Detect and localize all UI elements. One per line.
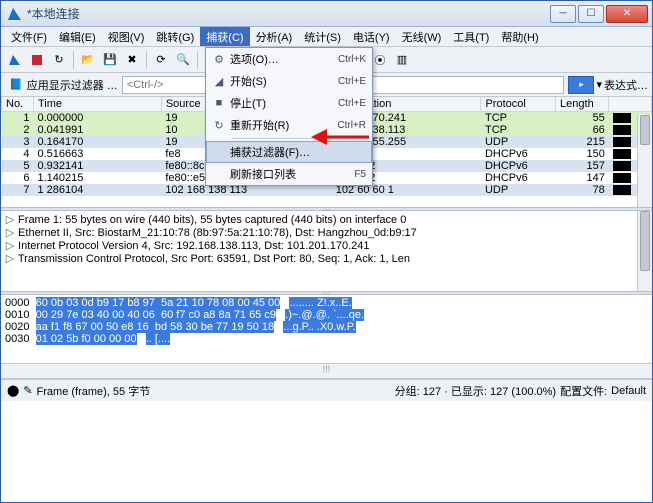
hex-tab-strip: !!! — [1, 363, 652, 379]
sharkfin-icon: ◢ — [208, 75, 230, 88]
menu-item[interactable]: ◢开始(S)Ctrl+E — [206, 70, 372, 92]
resize-columns-icon[interactable]: ▥ — [392, 50, 412, 70]
column-header[interactable]: Protocol — [481, 97, 556, 112]
close-file-icon[interactable]: ✖ — [122, 50, 142, 70]
find-icon[interactable]: 🔍 — [173, 50, 193, 70]
maximize-button[interactable]: ☐ — [578, 5, 604, 23]
menu-编辑[interactable]: 编辑(E) — [53, 27, 102, 46]
reload-icon[interactable]: ⟳ — [151, 50, 171, 70]
dropdown-icon[interactable]: ▾ — [596, 78, 602, 91]
detail-line[interactable]: ▷ Ethernet II, Src: BiostarM_21:10:78 (8… — [5, 226, 648, 239]
wireshark-icon — [7, 6, 23, 22]
expression-button[interactable]: 表达式… — [604, 77, 648, 93]
filter-label: 应用显示过滤器 … — [27, 77, 118, 93]
menu-视图[interactable]: 视图(V) — [102, 27, 151, 46]
expert-info-icon[interactable]: ⬤ — [7, 384, 19, 397]
close-button[interactable]: ✕ — [606, 5, 648, 23]
hex-row[interactable]: 0010 00 29 7e 03 40 00 40 06 60 f7 c0 a8… — [5, 309, 648, 321]
detail-line[interactable]: ▷ Internet Protocol Version 4, Src: 192.… — [5, 239, 648, 252]
hex-row[interactable]: 0030 01 02 5b f0 00 00 00 .. [.... — [5, 333, 648, 345]
hex-row[interactable]: 0000 60 0b 03 0d b9 17 b8 97 5a 21 10 78… — [5, 297, 648, 309]
packet-details-pane: ▷ Frame 1: 55 bytes on wire (440 bits), … — [1, 211, 652, 291]
capture-menu-dropdown: ⚙选项(O)…Ctrl+K◢开始(S)Ctrl+E■停止(T)Ctrl+E↻重新… — [205, 47, 373, 186]
menu-bar: 文件(F)编辑(E)视图(V)跳转(G)捕获(C)分析(A)统计(S)电话(Y)… — [1, 27, 652, 47]
menu-捕获[interactable]: 捕获(C) — [200, 27, 249, 46]
zoom-reset-icon[interactable]: ⦿ — [370, 50, 390, 70]
detail-line[interactable]: ▷ Frame 1: 55 bytes on wire (440 bits), … — [5, 213, 648, 226]
bookmark-icon[interactable]: 📘 — [9, 78, 23, 91]
menu-无线[interactable]: 无线(W) — [396, 27, 448, 46]
menu-item[interactable]: ■停止(T)Ctrl+E — [206, 92, 372, 114]
packet-count-text: 分组: 127 · 已显示: 127 (100.0%) — [395, 383, 556, 399]
column-header[interactable]: No. — [2, 97, 34, 112]
bookmark-status-icon[interactable]: ✎ — [23, 384, 32, 397]
hex-row[interactable]: 0020 aa f1 f8 67 00 50 e8 16 bd 58 30 be… — [5, 321, 648, 333]
menu-帮助[interactable]: 帮助(H) — [495, 27, 544, 46]
detail-line[interactable]: ▷ Transmission Control Protocol, Src Por… — [5, 252, 648, 265]
minimize-button[interactable]: ─ — [550, 5, 576, 23]
menu-工具[interactable]: 工具(T) — [447, 27, 495, 46]
stop-icon: ■ — [208, 97, 230, 109]
sharkfin-icon[interactable] — [5, 50, 25, 70]
details-scrollbar[interactable] — [637, 211, 652, 291]
apply-filter-button[interactable]: ▸ — [568, 76, 594, 94]
gear-icon: ⚙ — [208, 53, 230, 66]
menu-item[interactable]: 刷新接口列表F5 — [206, 163, 372, 185]
window-title: *本地连接 — [27, 5, 548, 22]
stop-icon[interactable] — [27, 50, 47, 70]
menu-电话[interactable]: 电话(Y) — [347, 27, 396, 46]
column-header[interactable]: Length — [556, 97, 609, 112]
annotation-arrow — [311, 124, 371, 150]
open-icon[interactable]: 📂 — [78, 50, 98, 70]
packet-list-scrollbar[interactable] — [637, 115, 652, 207]
menu-分析[interactable]: 分析(A) — [250, 27, 299, 46]
save-icon[interactable]: 💾 — [100, 50, 120, 70]
packet-bytes-pane: 0000 60 0b 03 0d b9 17 b8 97 5a 21 10 78… — [1, 295, 652, 363]
menu-item[interactable]: ⚙选项(O)…Ctrl+K — [206, 48, 372, 70]
title-bar: *本地连接 ─ ☐ ✕ — [1, 1, 652, 27]
column-header[interactable]: Time — [33, 97, 161, 112]
menu-跳转[interactable]: 跳转(G) — [150, 27, 200, 46]
profile-value[interactable]: Default — [611, 385, 646, 397]
restart-icon: ↻ — [208, 119, 230, 132]
menu-文件[interactable]: 文件(F) — [5, 27, 53, 46]
profile-label: 配置文件: — [560, 383, 607, 399]
menu-统计[interactable]: 统计(S) — [298, 27, 347, 46]
column-header[interactable] — [609, 97, 652, 112]
restart-icon[interactable]: ↻ — [49, 50, 69, 70]
status-bar: ⬤ ✎ Frame (frame), 55 字节 分组: 127 · 已显示: … — [1, 379, 652, 401]
status-left-text: Frame (frame), 55 字节 — [37, 383, 151, 399]
